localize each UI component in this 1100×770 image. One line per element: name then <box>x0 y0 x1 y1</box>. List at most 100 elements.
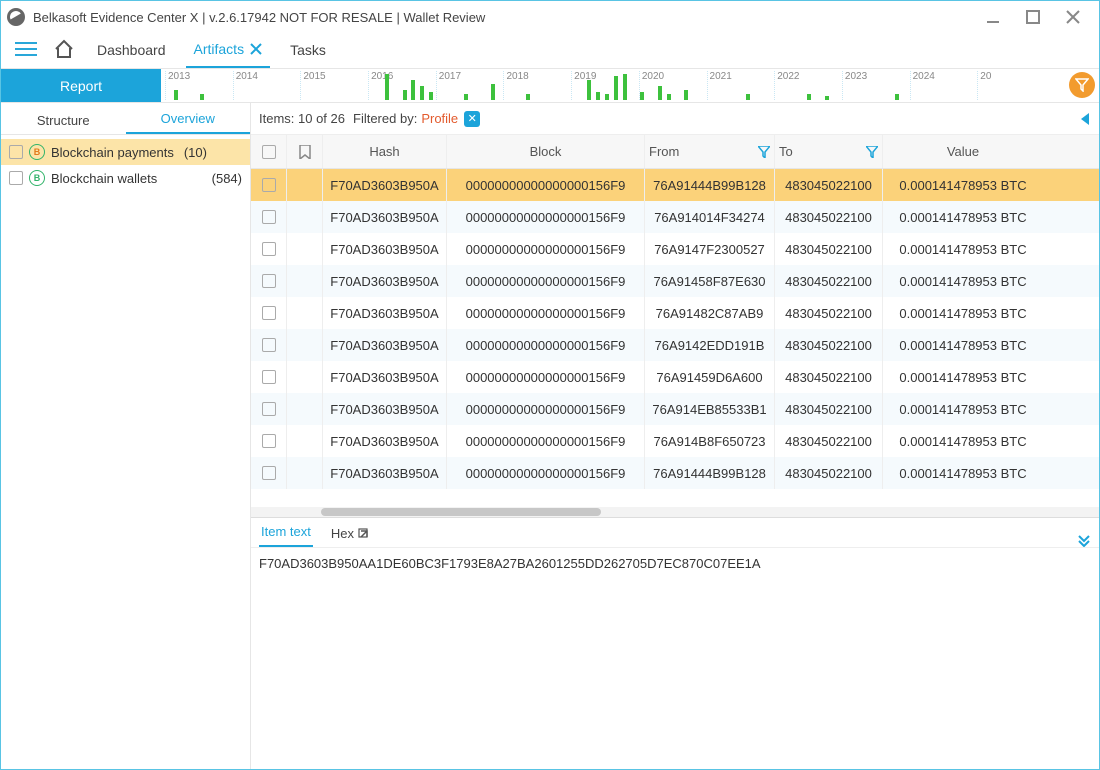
detail-tab-item-text[interactable]: Item text <box>259 518 313 547</box>
filter-chip-profile[interactable]: Profile <box>421 111 458 126</box>
table-row[interactable]: F70AD3603B950A00000000000000000156F976A9… <box>251 169 1099 201</box>
table-row[interactable]: F70AD3603B950A00000000000000000156F976A9… <box>251 233 1099 265</box>
collapse-panel-button[interactable] <box>1077 533 1091 547</box>
horizontal-scrollbar[interactable] <box>251 507 1099 517</box>
timeline[interactable]: 2013201420152016201720182019202020212022… <box>165 71 1059 100</box>
nav-tab-artifacts[interactable]: Artifacts <box>186 32 271 68</box>
header-bookmark-col[interactable] <box>287 135 323 168</box>
checkbox[interactable] <box>262 338 276 352</box>
table-row[interactable]: F70AD3603B950A00000000000000000156F976A9… <box>251 297 1099 329</box>
row-bookmark-cell[interactable] <box>287 169 323 201</box>
checkbox[interactable] <box>9 145 23 159</box>
checkbox[interactable] <box>262 466 276 480</box>
goto-start-button[interactable] <box>1075 111 1091 127</box>
row-bookmark-cell[interactable] <box>287 297 323 329</box>
checkbox[interactable] <box>262 210 276 224</box>
row-bookmark-cell[interactable] <box>287 393 323 425</box>
row-checkbox-cell[interactable] <box>251 457 287 489</box>
timeline-filter-button[interactable] <box>1069 72 1095 98</box>
table-row[interactable]: F70AD3603B950A00000000000000000156F976A9… <box>251 393 1099 425</box>
timeline-bar[interactable] <box>895 94 899 100</box>
hamburger-menu-icon[interactable] <box>13 36 39 62</box>
checkbox[interactable] <box>262 274 276 288</box>
timeline-bar[interactable] <box>429 92 433 100</box>
timeline-bar[interactable] <box>623 74 627 100</box>
timeline-bar[interactable] <box>491 84 495 100</box>
minimize-button[interactable] <box>973 3 1013 31</box>
row-bookmark-cell[interactable] <box>287 329 323 361</box>
header-checkbox-col[interactable] <box>251 135 287 168</box>
timeline-bar[interactable] <box>420 86 424 100</box>
row-checkbox-cell[interactable] <box>251 233 287 265</box>
nav-tab-dashboard[interactable]: Dashboard <box>89 32 174 68</box>
table-row[interactable]: F70AD3603B950A00000000000000000156F976A9… <box>251 425 1099 457</box>
table-row[interactable]: F70AD3603B950A00000000000000000156F976A9… <box>251 329 1099 361</box>
checkbox[interactable] <box>262 178 276 192</box>
header-block[interactable]: Block <box>447 135 645 168</box>
row-bookmark-cell[interactable] <box>287 425 323 457</box>
funnel-icon[interactable] <box>862 146 878 158</box>
nav-tab-tasks[interactable]: Tasks <box>282 32 334 68</box>
header-value[interactable]: Value <box>883 135 1043 168</box>
checkbox[interactable] <box>262 306 276 320</box>
report-button[interactable]: Report <box>1 69 161 102</box>
timeline-bar[interactable] <box>807 94 811 100</box>
row-checkbox-cell[interactable] <box>251 169 287 201</box>
tree-item-blockchain-wallets[interactable]: BBlockchain wallets(584) <box>1 165 250 191</box>
row-bookmark-cell[interactable] <box>287 361 323 393</box>
timeline-bar[interactable] <box>200 94 204 100</box>
checkbox[interactable] <box>9 171 23 185</box>
timeline-bar[interactable] <box>596 92 600 100</box>
timeline-bar[interactable] <box>403 90 407 100</box>
timeline-bar[interactable] <box>385 74 389 100</box>
checkbox[interactable] <box>262 402 276 416</box>
table-row[interactable]: F70AD3603B950A00000000000000000156F976A9… <box>251 201 1099 233</box>
timeline-bar[interactable] <box>411 80 415 100</box>
timeline-bar[interactable] <box>825 96 829 100</box>
home-icon[interactable] <box>51 36 77 62</box>
header-hash[interactable]: Hash <box>323 135 447 168</box>
scrollbar-thumb[interactable] <box>321 508 601 516</box>
maximize-button[interactable] <box>1013 3 1053 31</box>
timeline-bar[interactable] <box>746 94 750 100</box>
row-bookmark-cell[interactable] <box>287 265 323 297</box>
row-checkbox-cell[interactable] <box>251 393 287 425</box>
table-row[interactable]: F70AD3603B950A00000000000000000156F976A9… <box>251 457 1099 489</box>
timeline-bar[interactable] <box>614 76 618 100</box>
row-checkbox-cell[interactable] <box>251 297 287 329</box>
timeline-bar[interactable] <box>464 94 468 100</box>
row-checkbox-cell[interactable] <box>251 201 287 233</box>
tree-item-blockchain-payments[interactable]: BBlockchain payments(10) <box>1 139 250 165</box>
timeline-bar[interactable] <box>526 94 530 100</box>
timeline-bar[interactable] <box>667 94 671 100</box>
table-body[interactable]: F70AD3603B950A00000000000000000156F976A9… <box>251 169 1099 507</box>
header-to[interactable]: To <box>775 135 883 168</box>
row-bookmark-cell[interactable] <box>287 233 323 265</box>
checkbox[interactable] <box>262 434 276 448</box>
timeline-bar[interactable] <box>605 94 609 100</box>
left-tab-overview[interactable]: Overview <box>126 105 251 134</box>
detail-content[interactable]: F70AD3603B950AA1DE60BC3F1793E8A27BA26012… <box>251 548 1099 769</box>
left-tab-structure[interactable]: Structure <box>1 107 126 134</box>
timeline-bar[interactable] <box>640 92 644 100</box>
row-checkbox-cell[interactable] <box>251 361 287 393</box>
filter-chip-remove-button[interactable]: ✕ <box>464 111 480 127</box>
close-icon[interactable] <box>250 43 262 55</box>
close-button[interactable] <box>1053 3 1093 31</box>
row-checkbox-cell[interactable] <box>251 425 287 457</box>
funnel-icon[interactable] <box>754 146 770 158</box>
table-row[interactable]: F70AD3603B950A00000000000000000156F976A9… <box>251 265 1099 297</box>
checkbox[interactable] <box>262 242 276 256</box>
table-row[interactable]: F70AD3603B950A00000000000000000156F976A9… <box>251 361 1099 393</box>
timeline-bar[interactable] <box>587 80 591 100</box>
timeline-bar[interactable] <box>684 90 688 100</box>
checkbox[interactable] <box>262 370 276 384</box>
row-checkbox-cell[interactable] <box>251 265 287 297</box>
detail-tab-hex[interactable]: Hex <box>329 520 372 547</box>
row-checkbox-cell[interactable] <box>251 329 287 361</box>
timeline-bar[interactable] <box>174 90 178 100</box>
timeline-bar[interactable] <box>658 86 662 100</box>
header-from[interactable]: From <box>645 135 775 168</box>
row-bookmark-cell[interactable] <box>287 457 323 489</box>
row-bookmark-cell[interactable] <box>287 201 323 233</box>
